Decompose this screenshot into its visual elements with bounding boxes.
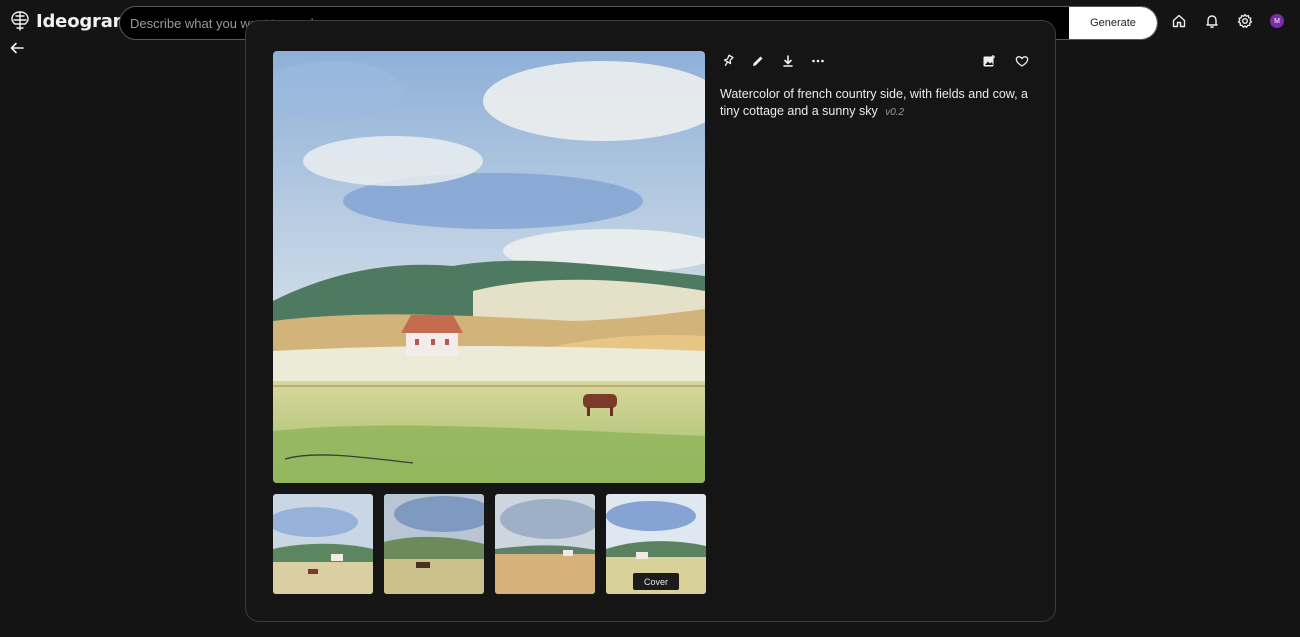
prompt-text: Watercolor of french country side, with … <box>720 87 1029 118</box>
logo[interactable]: Ideogram <box>9 10 131 32</box>
user-avatar[interactable]: M <box>1270 14 1284 28</box>
header-actions: M <box>1171 13 1284 29</box>
bell-icon[interactable] <box>1204 13 1220 29</box>
back-arrow-icon[interactable] <box>10 41 24 55</box>
thumbnail-2[interactable] <box>384 494 484 594</box>
cover-badge: Cover <box>633 573 679 590</box>
home-icon[interactable] <box>1171 13 1187 29</box>
variations-strip: Cover <box>273 494 706 594</box>
model-version: v0.2 <box>885 107 905 118</box>
generate-button[interactable]: Generate <box>1069 7 1157 39</box>
gear-icon[interactable] <box>1237 13 1253 29</box>
download-icon[interactable] <box>781 54 795 68</box>
pin-icon[interactable] <box>721 54 735 68</box>
app-name: Ideogram <box>36 10 132 32</box>
secondary-actions <box>982 54 1029 68</box>
main-image[interactable] <box>273 51 705 483</box>
thumbnail-1[interactable] <box>273 494 373 594</box>
watercolor-landscape-image <box>273 51 705 483</box>
edit-icon[interactable] <box>751 54 765 68</box>
image-actions <box>721 54 825 68</box>
add-image-icon[interactable] <box>982 54 996 68</box>
ideogram-logo-icon <box>11 11 29 31</box>
thumbnail-4[interactable]: Cover <box>606 494 706 594</box>
thumbnail-3[interactable] <box>495 494 595 594</box>
more-icon[interactable] <box>811 54 825 68</box>
image-prompt-text: Watercolor of french country side, with … <box>720 86 1040 121</box>
heart-icon[interactable] <box>1015 54 1029 68</box>
